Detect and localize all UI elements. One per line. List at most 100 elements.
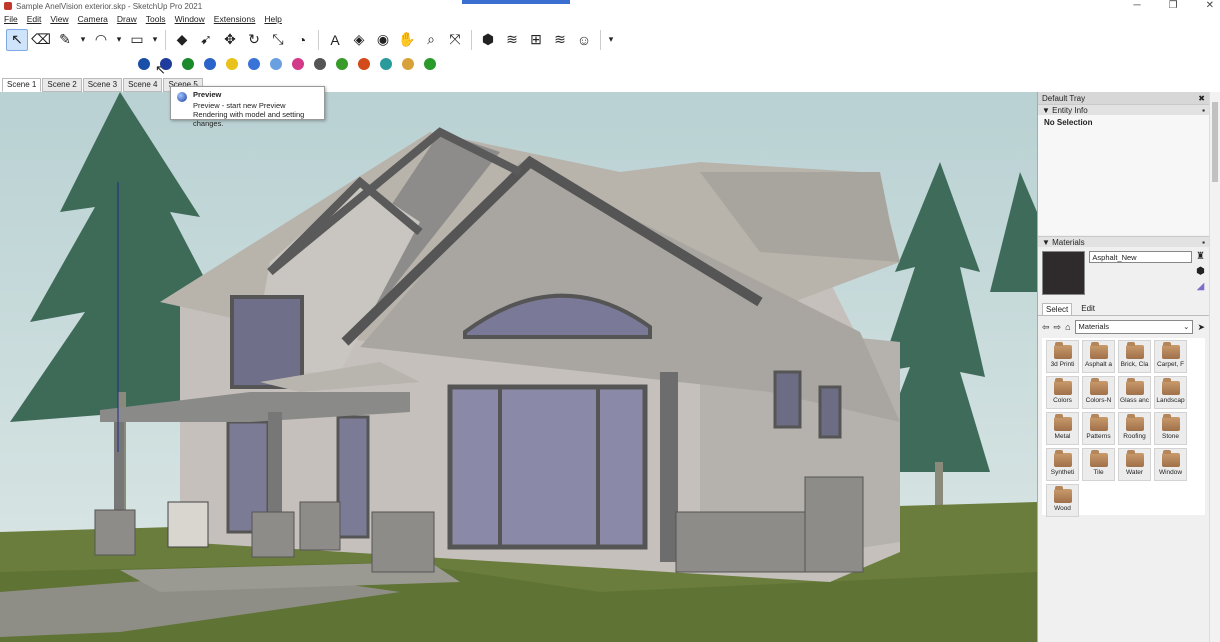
layout-icon[interactable]: ⊞ — [525, 29, 547, 51]
dropdown-icon[interactable]: ▾ — [114, 29, 124, 51]
menu-window[interactable]: Window — [175, 14, 205, 24]
tray-pin-icon[interactable]: ✖ — [1198, 94, 1205, 103]
display-secondary-icon[interactable]: ♜ — [1196, 251, 1205, 262]
pan-icon[interactable]: ✋ — [396, 29, 418, 51]
tray-scrollbar[interactable] — [1209, 92, 1220, 642]
tape-measure-icon[interactable]: ◔ — [291, 29, 313, 51]
spot-light-icon[interactable] — [266, 54, 286, 74]
rotate-icon[interactable]: ↻ — [243, 29, 265, 51]
panel-close-icon[interactable]: ▪ — [1202, 106, 1205, 115]
material-folder[interactable]: Landscap — [1154, 376, 1187, 409]
sandbox-icon[interactable]: ≋ — [549, 29, 571, 51]
zoom-extents-icon[interactable]: ⤧ — [444, 29, 466, 51]
rectangle-icon[interactable]: ▭ — [126, 29, 148, 51]
entity-info-header[interactable]: ▼ Entity Info ▪ — [1038, 104, 1209, 115]
move-icon[interactable]: ✥ — [219, 29, 241, 51]
material-folder[interactable]: Glass anc — [1118, 376, 1151, 409]
folder-open-icon[interactable] — [398, 54, 418, 74]
zoom-icon[interactable]: ⌕ — [420, 29, 442, 51]
default-material-icon[interactable]: ◢ — [1197, 281, 1205, 292]
account-icon[interactable]: ☺ — [573, 29, 595, 51]
menu-file[interactable]: File — [4, 14, 18, 24]
details-arrow-icon[interactable]: ➤ — [1197, 322, 1205, 333]
folder-icon — [1161, 414, 1180, 431]
film-icon[interactable] — [354, 54, 374, 74]
light-icon[interactable] — [222, 54, 242, 74]
menu-camera[interactable]: Camera — [78, 14, 108, 24]
model-viewport[interactable] — [0, 92, 1037, 642]
tab-scene-1[interactable]: Scene 1 — [2, 78, 42, 92]
tab-edit[interactable]: Edit — [1078, 303, 1098, 315]
render-settings-icon[interactable] — [134, 54, 154, 74]
color-wheel-icon[interactable] — [288, 54, 308, 74]
warehouse-icon[interactable]: ⬢ — [477, 29, 499, 51]
menu-tools[interactable]: Tools — [146, 14, 166, 24]
dropdown-icon[interactable]: ▾ — [606, 29, 616, 51]
library-select[interactable]: Materials ⌄ — [1074, 320, 1194, 334]
material-folder[interactable]: Patterns — [1082, 412, 1115, 445]
material-folder[interactable]: Syntheti — [1046, 448, 1079, 481]
dropdown-icon[interactable]: ▾ — [78, 29, 88, 51]
restore-button[interactable]: ❐ — [1169, 0, 1178, 11]
material-folder[interactable]: Asphalt a — [1082, 340, 1115, 373]
material-folder-label: 3d Printi — [1050, 361, 1075, 368]
panel-close-icon[interactable]: ▪ — [1202, 238, 1205, 247]
menu-draw[interactable]: Draw — [117, 14, 137, 24]
menu-extensions[interactable]: Extensions — [214, 14, 256, 24]
material-folder[interactable]: Water — [1118, 448, 1151, 481]
push-pull-icon[interactable]: ◆ — [171, 29, 193, 51]
material-folder[interactable]: Colors-N — [1082, 376, 1115, 409]
material-folder[interactable]: Brick, Cla — [1118, 340, 1151, 373]
material-folder[interactable]: 3d Printi — [1046, 340, 1079, 373]
material-folder[interactable]: Roofing — [1118, 412, 1151, 445]
pencil-icon[interactable]: ✎ — [54, 29, 76, 51]
forward-arrow-icon[interactable]: ⇨ — [1054, 322, 1062, 333]
material-name-field[interactable]: Asphalt_New — [1089, 251, 1193, 263]
tab-scene-3[interactable]: Scene 3 — [82, 78, 123, 92]
tab-select[interactable]: Select — [1042, 303, 1073, 315]
chart-icon[interactable] — [310, 54, 330, 74]
image-icon[interactable] — [376, 54, 396, 74]
orbit-icon[interactable]: ◉ — [372, 29, 394, 51]
paint-bucket-icon[interactable]: ◈ — [348, 29, 370, 51]
material-editor-icon[interactable] — [200, 54, 220, 74]
window-title: Sample AnelVision exterior.skp - SketchU… — [16, 1, 203, 11]
scale-icon[interactable]: ⤡ — [267, 29, 289, 51]
eraser-icon[interactable]: ⌫ — [30, 29, 52, 51]
material-folder[interactable]: Window — [1154, 448, 1187, 481]
close-button[interactable]: ✕ — [1206, 0, 1214, 11]
folder-icon — [1089, 378, 1108, 395]
create-material-icon[interactable]: ⬢ — [1196, 266, 1205, 277]
render-icon[interactable] — [178, 54, 198, 74]
text-icon[interactable]: A — [324, 29, 346, 51]
material-folder-label: Asphalt a — [1084, 361, 1113, 368]
material-folder[interactable]: Tile — [1082, 448, 1115, 481]
folder-icon — [1053, 342, 1072, 359]
follow-me-icon[interactable]: ➹ — [195, 29, 217, 51]
help-icon[interactable] — [420, 54, 440, 74]
extension-warehouse-icon[interactable]: ≋ — [501, 29, 523, 51]
minimize-button[interactable]: ─ — [1134, 0, 1141, 11]
tab-scene-4[interactable]: Scene 4 — [123, 78, 163, 92]
materials-header[interactable]: ▼ Materials ▪ — [1038, 236, 1209, 247]
select-icon[interactable]: ↖ — [6, 28, 28, 51]
point-light-icon[interactable] — [244, 54, 264, 74]
material-folder[interactable]: Colors — [1046, 376, 1079, 409]
material-folder[interactable]: Stone — [1154, 412, 1187, 445]
material-folder[interactable]: Wood — [1046, 484, 1079, 517]
dropdown-icon[interactable]: ▾ — [150, 29, 160, 51]
material-folder[interactable]: Metal — [1046, 412, 1079, 445]
home-icon[interactable]: ⌂ — [1065, 322, 1070, 332]
leaf-icon[interactable] — [332, 54, 352, 74]
material-swatch[interactable] — [1042, 251, 1086, 295]
arc-icon[interactable]: ◠ — [90, 29, 112, 51]
scrollbar-thumb[interactable] — [1212, 102, 1218, 182]
menu-view[interactable]: View — [50, 14, 68, 24]
back-arrow-icon[interactable]: ⇦ — [1042, 322, 1050, 333]
material-folder-label: Patterns — [1086, 433, 1111, 440]
toolbar-separator — [318, 29, 319, 50]
menu-edit[interactable]: Edit — [27, 14, 42, 24]
tab-scene-2[interactable]: Scene 2 — [42, 78, 82, 92]
material-folder[interactable]: Carpet, F — [1154, 340, 1187, 373]
menu-help[interactable]: Help — [264, 14, 281, 24]
